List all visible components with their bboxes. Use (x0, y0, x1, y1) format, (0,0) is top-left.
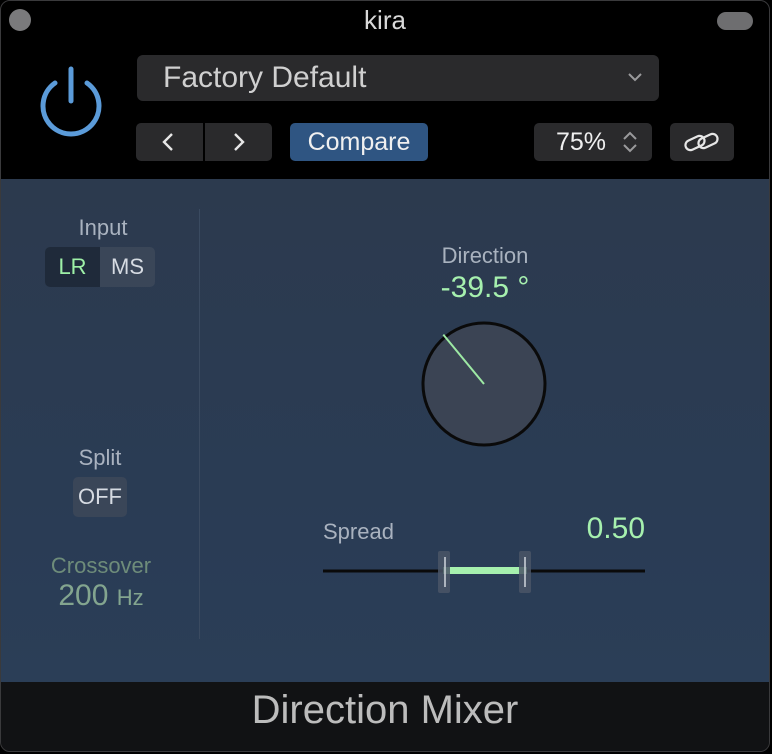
direction-value[interactable]: -39.5 ° (385, 271, 585, 305)
split-toggle[interactable]: OFF (73, 477, 127, 517)
crossover-value: 200 (58, 579, 109, 612)
power-icon (40, 66, 102, 137)
spread-slider[interactable] (323, 549, 647, 597)
next-preset-button[interactable] (205, 123, 272, 161)
plugin-footer: Direction Mixer (1, 682, 769, 751)
zoom-stepper[interactable]: 75% (534, 123, 652, 161)
zoom-value: 75% (556, 128, 607, 156)
input-mode-selector: LR MS (45, 247, 155, 287)
power-button[interactable] (31, 61, 111, 141)
crossover-label: Crossover (50, 553, 152, 578)
split-label: Split (78, 445, 122, 470)
preset-name: Factory Default (163, 61, 367, 94)
plugin-name: Direction Mixer (251, 688, 519, 732)
chevron-right-icon (234, 133, 245, 151)
plugin-header: Factory Default Compare 75% (1, 41, 769, 179)
preset-nav-group (136, 123, 272, 161)
link-button[interactable] (670, 123, 734, 161)
window-zoom-button[interactable] (717, 12, 753, 30)
plugin-panel: Input LR MS Split OFF Crossover 200 Hz D… (1, 179, 769, 682)
preset-dropdown[interactable]: Factory Default (137, 55, 659, 101)
input-label: Input (78, 215, 128, 240)
crossover-value-field[interactable]: 200 Hz (31, 579, 171, 613)
input-ms-button[interactable]: MS (100, 247, 155, 287)
chevron-left-icon (162, 133, 173, 151)
link-icon (684, 132, 719, 152)
plugin-window: kira Factory Default Compare 75% Input L… (0, 0, 770, 752)
direction-label: Direction (441, 243, 529, 268)
crossover-unit: Hz (116, 585, 144, 610)
compare-button[interactable]: Compare (290, 123, 428, 161)
panel-divider (199, 209, 200, 639)
spread-range-fill (443, 567, 527, 574)
spread-value[interactable]: 0.50 (561, 512, 645, 546)
window-title: kira (364, 5, 406, 35)
spread-label: Spread (323, 519, 394, 544)
chevron-down-icon (628, 73, 642, 82)
direction-knob[interactable] (420, 320, 548, 448)
spread-handle-left[interactable] (438, 551, 450, 593)
previous-preset-button[interactable] (136, 123, 203, 161)
input-lr-button[interactable]: LR (45, 247, 100, 287)
up-down-arrows-icon[interactable] (620, 129, 640, 155)
title-bar: kira (1, 1, 769, 41)
